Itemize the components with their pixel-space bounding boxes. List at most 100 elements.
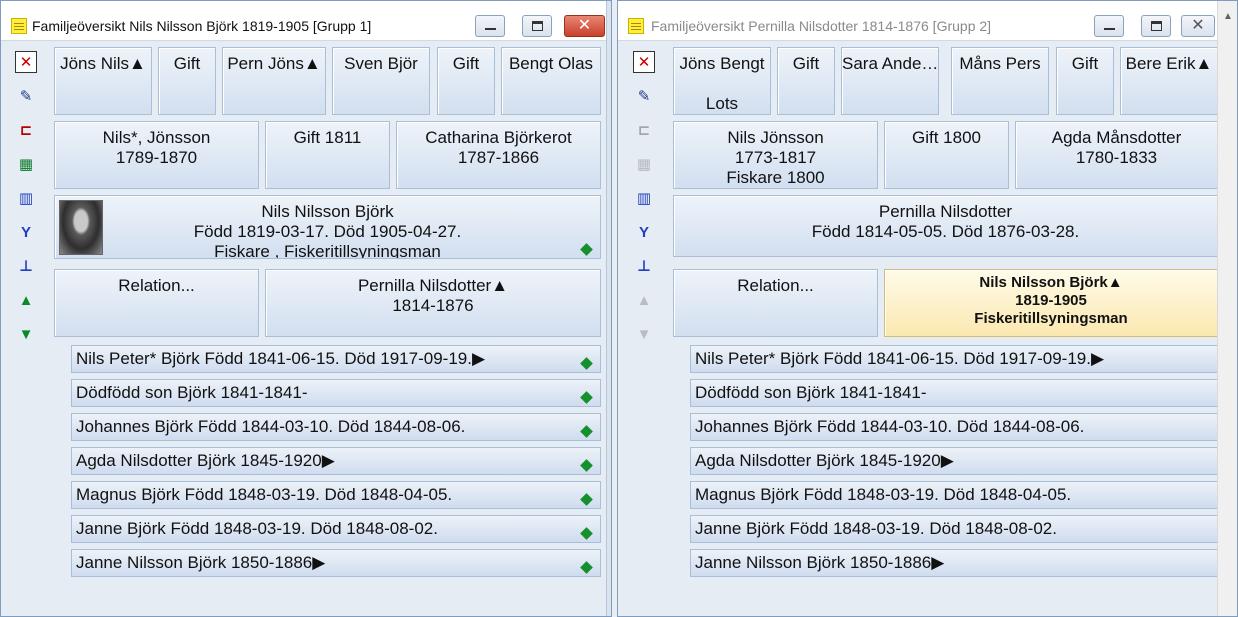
close-button[interactable]: ✕	[1181, 15, 1215, 37]
child-label: Johannes Björk Född 1844-03-10. Död 1844…	[695, 417, 1085, 436]
father-name: Nils*, Jönsson	[102, 128, 211, 147]
relation-button[interactable]: Relation...	[673, 269, 878, 337]
chart-icon[interactable]: ▦	[15, 153, 37, 175]
grandparent-paternal-mother[interactable]: Pern Jöns▲	[222, 47, 326, 115]
vertical-scrollbar[interactable]: ▲	[1217, 1, 1237, 616]
up-arrow-icon[interactable]: ▲	[15, 289, 37, 311]
child-label: Janne Björk Född 1848-03-19. Död 1848-08…	[76, 519, 438, 538]
fork-icon[interactable]: Y	[633, 221, 655, 243]
child-row[interactable]: Nils Peter* Björk Född 1841-06-15. Död 1…	[690, 345, 1218, 373]
child-label: Nils Peter* Björk Född 1841-06-15. Död 1…	[695, 349, 1105, 368]
grandparent-paternal-father[interactable]: Jöns Bengt Lots	[673, 47, 771, 115]
main-person-card[interactable]: Nils Nilsson Björk Född 1819-03-17. Död …	[54, 195, 601, 259]
parents-marriage-card[interactable]: Gift 1811	[265, 121, 390, 189]
father-card[interactable]: Nils Jönsson 1773-1817 Fiskare 1800	[673, 121, 878, 189]
notes-diamond-icon	[580, 459, 593, 472]
child-row[interactable]: Janne Nilsson Björk 1850-1886▶	[71, 549, 601, 577]
close-icon: ✕	[577, 17, 592, 34]
edit-note-icon[interactable]: ✎	[633, 85, 655, 107]
minimize-button[interactable]	[475, 15, 505, 37]
notes-diamond-icon	[580, 391, 593, 404]
child-label: Agda Nilsdotter Björk 1845-1920▶	[695, 451, 954, 470]
parents-marriage-card[interactable]: Gift 1800	[884, 121, 1009, 189]
main-person-name: Pernilla Nilsdotter	[878, 202, 1013, 221]
family-window-2: Familjeöversikt Pernilla Nilsdotter 1814…	[617, 0, 1238, 617]
portrait-photo	[59, 200, 103, 255]
child-label: Dödfödd son Björk 1841-1841-	[76, 383, 308, 402]
child-row[interactable]: Nils Peter* Björk Född 1841-06-15. Död 1…	[71, 345, 601, 373]
window-border	[606, 1, 611, 616]
main-person-dates: Född 1814-05-05. Död 1876-03-28.	[811, 222, 1080, 241]
mother-card[interactable]: Agda Månsdotter 1780-1833	[1015, 121, 1218, 189]
notes-diamond-icon	[580, 357, 593, 370]
father-occupation: Fiskare 1800	[726, 168, 825, 187]
title-bar[interactable]: Familjeöversikt Pernilla Nilsdotter 1814…	[618, 1, 1237, 41]
mother-card[interactable]: Catharina Björkerot 1787-1866	[396, 121, 601, 189]
grandparent-paternal-marriage[interactable]: Gift	[777, 47, 835, 115]
notes-diamond-icon	[580, 493, 593, 506]
spouse-years: 1819-1905	[1015, 292, 1087, 309]
child-row[interactable]: Agda Nilsdotter Björk 1845-1920▶	[71, 447, 601, 475]
grandparent-maternal-marriage[interactable]: Gift	[437, 47, 495, 115]
tree-icon[interactable]: ⊏	[633, 119, 655, 141]
grandparent-paternal-father[interactable]: Jöns Nils▲	[54, 47, 152, 115]
father-card[interactable]: Nils*, Jönsson 1789-1870	[54, 121, 259, 189]
down-arrow-icon[interactable]: ▼	[15, 323, 37, 345]
notes-diamond-icon	[580, 425, 593, 438]
up-arrow-icon[interactable]: ▲	[633, 289, 655, 311]
child-row[interactable]: Janne Björk Född 1848-03-19. Död 1848-08…	[71, 515, 601, 543]
grandparent-maternal-mother[interactable]: Bere Erik▲	[1120, 47, 1218, 115]
close-red-icon[interactable]: ✕	[633, 51, 655, 73]
spouse-name: Pernilla Nilsdotter▲	[357, 276, 509, 295]
child-row[interactable]: Dödfödd son Björk 1841-1841-	[71, 379, 601, 407]
child-label: Magnus Björk Född 1848-03-19. Död 1848-0…	[76, 485, 453, 504]
grandparent-maternal-father[interactable]: Sven Björ	[332, 47, 430, 115]
grandparent-occupation: Lots	[705, 94, 739, 113]
fork-icon[interactable]: Y	[15, 221, 37, 243]
grandparent-maternal-mother[interactable]: Bengt Olas	[501, 47, 601, 115]
scroll-up-icon[interactable]: ▲	[1223, 11, 1233, 22]
spouse-card[interactable]: Nils Nilsson Björk▲ 1819-1905 Fiskeritil…	[884, 269, 1218, 337]
grandparent-paternal-mother[interactable]: Sara Ande…	[841, 47, 939, 115]
child-row[interactable]: Janne Nilsson Björk 1850-1886▶	[690, 549, 1218, 577]
columns-icon[interactable]: ▥	[633, 187, 655, 209]
org-icon[interactable]: ⊥	[15, 255, 37, 277]
maximize-button[interactable]	[522, 15, 552, 37]
main-person-card[interactable]: Pernilla Nilsdotter Född 1814-05-05. Död…	[673, 195, 1218, 257]
child-row[interactable]: Magnus Björk Född 1848-03-19. Död 1848-0…	[690, 481, 1218, 509]
child-row[interactable]: Johannes Björk Född 1844-03-10. Död 1844…	[71, 413, 601, 441]
close-button[interactable]: ✕	[564, 15, 605, 37]
tree-icon[interactable]: ⊏	[15, 119, 37, 141]
child-row[interactable]: Magnus Björk Född 1848-03-19. Död 1848-0…	[71, 481, 601, 509]
columns-icon[interactable]: ▥	[15, 187, 37, 209]
title-bar[interactable]: Familjeöversikt Nils Nilsson Björk 1819-…	[1, 1, 611, 41]
grandparent-maternal-marriage[interactable]: Gift	[1056, 47, 1114, 115]
child-label: Dödfödd son Björk 1841-1841-	[695, 383, 927, 402]
father-years: 1773-1817	[734, 148, 817, 167]
chart-icon[interactable]: ▦	[633, 153, 655, 175]
child-label: Johannes Björk Född 1844-03-10. Död 1844…	[76, 417, 466, 436]
spouse-card[interactable]: Pernilla Nilsdotter▲ 1814-1876	[265, 269, 601, 337]
child-label: Janne Nilsson Björk 1850-1886▶	[76, 553, 326, 572]
close-red-icon[interactable]: ✕	[15, 51, 37, 73]
father-name: Nils Jönsson	[727, 128, 824, 147]
maximize-icon	[532, 21, 543, 31]
minimize-icon	[485, 28, 496, 30]
maximize-button[interactable]	[1141, 15, 1171, 37]
grandparent-maternal-father[interactable]: Måns Pers	[951, 47, 1049, 115]
main-person-name: Nils Nilsson Björk	[261, 202, 394, 221]
child-label: Janne Nilsson Björk 1850-1886▶	[695, 553, 945, 572]
notes-diamond-icon	[580, 527, 593, 540]
mother-name: Catharina Björkerot	[425, 128, 572, 147]
org-icon[interactable]: ⊥	[633, 255, 655, 277]
child-row[interactable]: Johannes Björk Född 1844-03-10. Död 1844…	[690, 413, 1218, 441]
relation-button[interactable]: Relation...	[54, 269, 259, 337]
child-row[interactable]: Dödfödd son Björk 1841-1841-	[690, 379, 1218, 407]
child-row[interactable]: Agda Nilsdotter Björk 1845-1920▶	[690, 447, 1218, 475]
grandparent-paternal-marriage[interactable]: Gift	[158, 47, 216, 115]
edit-note-icon[interactable]: ✎	[15, 85, 37, 107]
grandparent-name: Jöns Bengt	[679, 54, 765, 73]
minimize-button[interactable]	[1094, 15, 1124, 37]
down-arrow-icon[interactable]: ▼	[633, 323, 655, 345]
child-row[interactable]: Janne Björk Född 1848-03-19. Död 1848-08…	[690, 515, 1218, 543]
